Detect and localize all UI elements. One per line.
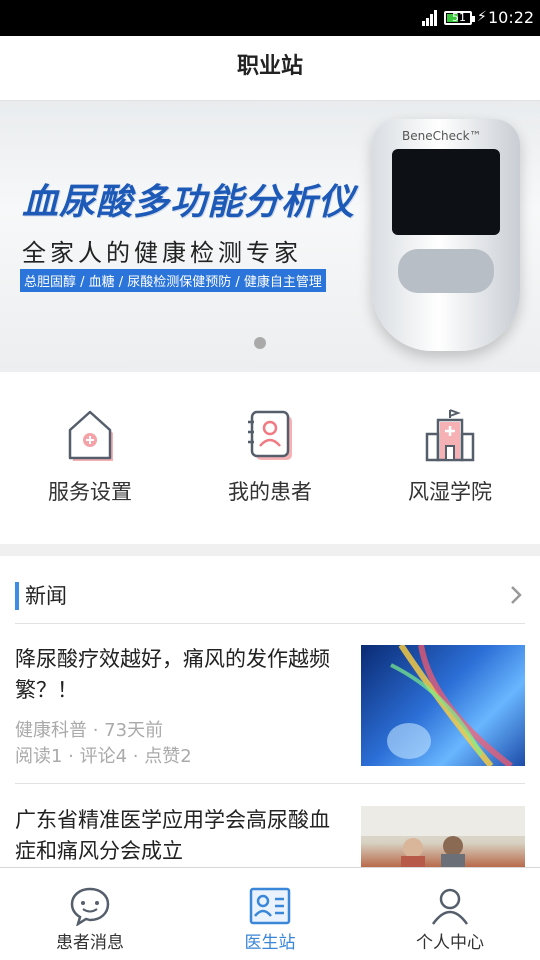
banner-tagline: 总胆固醇 / 血糖 / 尿酸检测保健预防 / 健康自主管理 — [20, 269, 326, 292]
tab-label: 医生站 — [244, 933, 296, 953]
nav-rheumatology-academy[interactable]: 风湿学院 — [360, 408, 540, 506]
status-bar: 51 ⚡ 10:22 — [0, 0, 540, 36]
tab-personal-center[interactable]: 个人中心 — [360, 868, 540, 960]
patient-book-icon — [248, 410, 292, 460]
person-icon — [431, 888, 469, 925]
device-brand: BeneCheck™ — [402, 129, 482, 143]
clock: 10:22 — [488, 8, 535, 27]
glucose-meter-image: BeneCheck™ — [372, 119, 520, 351]
quick-nav: 服务设置 我的患者 风湿学院 — [0, 372, 540, 544]
hospital-building-icon — [425, 409, 475, 462]
banner-subtitle: 全家人的健康检测专家 — [22, 239, 302, 267]
device-screen — [392, 149, 500, 235]
device-buttons — [398, 249, 494, 293]
signal-icon — [422, 10, 437, 26]
battery-icon: 51 — [444, 11, 475, 25]
chat-bubble-icon — [70, 887, 110, 926]
news-headline: 广东省精准医学应用学会高尿酸血症和痛风分会成立 — [15, 808, 330, 863]
tab-doctor-station[interactable]: 医生站 — [180, 868, 360, 960]
news-thumbnail — [361, 806, 525, 867]
banner-headline: 血尿酸多功能分析仪 — [22, 182, 356, 223]
news-headline: 降尿酸疗效越好，痛风的发作越频繁？！ — [15, 647, 330, 702]
tab-label: 个人中心 — [416, 933, 484, 953]
news-category-time: 健康科普 · 73天前 — [15, 720, 164, 741]
house-plus-icon — [68, 410, 113, 461]
chevron-right-icon[interactable] — [509, 584, 523, 606]
nav-service-settings[interactable]: 服务设置 — [0, 408, 180, 506]
news-list-item[interactable]: 降尿酸疗效越好，痛风的发作越频繁？！ 健康科普 · 73天前 阅读1 · 评论4… — [15, 624, 525, 784]
battery-level: 51 — [452, 11, 466, 24]
bottom-tab-bar: 患者消息 医生站 个人中心 — [0, 867, 540, 960]
charging-icon: ⚡ — [477, 9, 487, 25]
carousel-indicator[interactable] — [254, 337, 266, 349]
banner-carousel[interactable]: 血尿酸多功能分析仪 全家人的健康检测专家 总胆固醇 / 血糖 / 尿酸检测保健预… — [0, 101, 540, 372]
id-card-icon — [249, 887, 291, 925]
tab-patient-messages[interactable]: 患者消息 — [0, 868, 180, 960]
tab-label: 患者消息 — [56, 933, 124, 953]
news-stats: 阅读1 · 评论4 · 点赞2 — [15, 746, 192, 767]
section-accent-bar — [15, 582, 19, 610]
news-thumbnail — [361, 645, 525, 766]
nav-label: 我的患者 — [228, 480, 312, 504]
title-bar: 职业站 — [0, 36, 540, 101]
nav-label: 服务设置 — [48, 480, 132, 504]
news-section-header[interactable]: 新闻 — [15, 566, 525, 624]
news-list-item[interactable]: 广东省精准医学应用学会高尿酸血症和痛风分会成立 — [15, 785, 525, 867]
nav-label: 风湿学院 — [408, 480, 492, 504]
news-section-title: 新闻 — [25, 584, 67, 608]
nav-my-patients[interactable]: 我的患者 — [180, 408, 360, 506]
page-title: 职业站 — [236, 54, 303, 79]
section-divider — [0, 544, 540, 556]
